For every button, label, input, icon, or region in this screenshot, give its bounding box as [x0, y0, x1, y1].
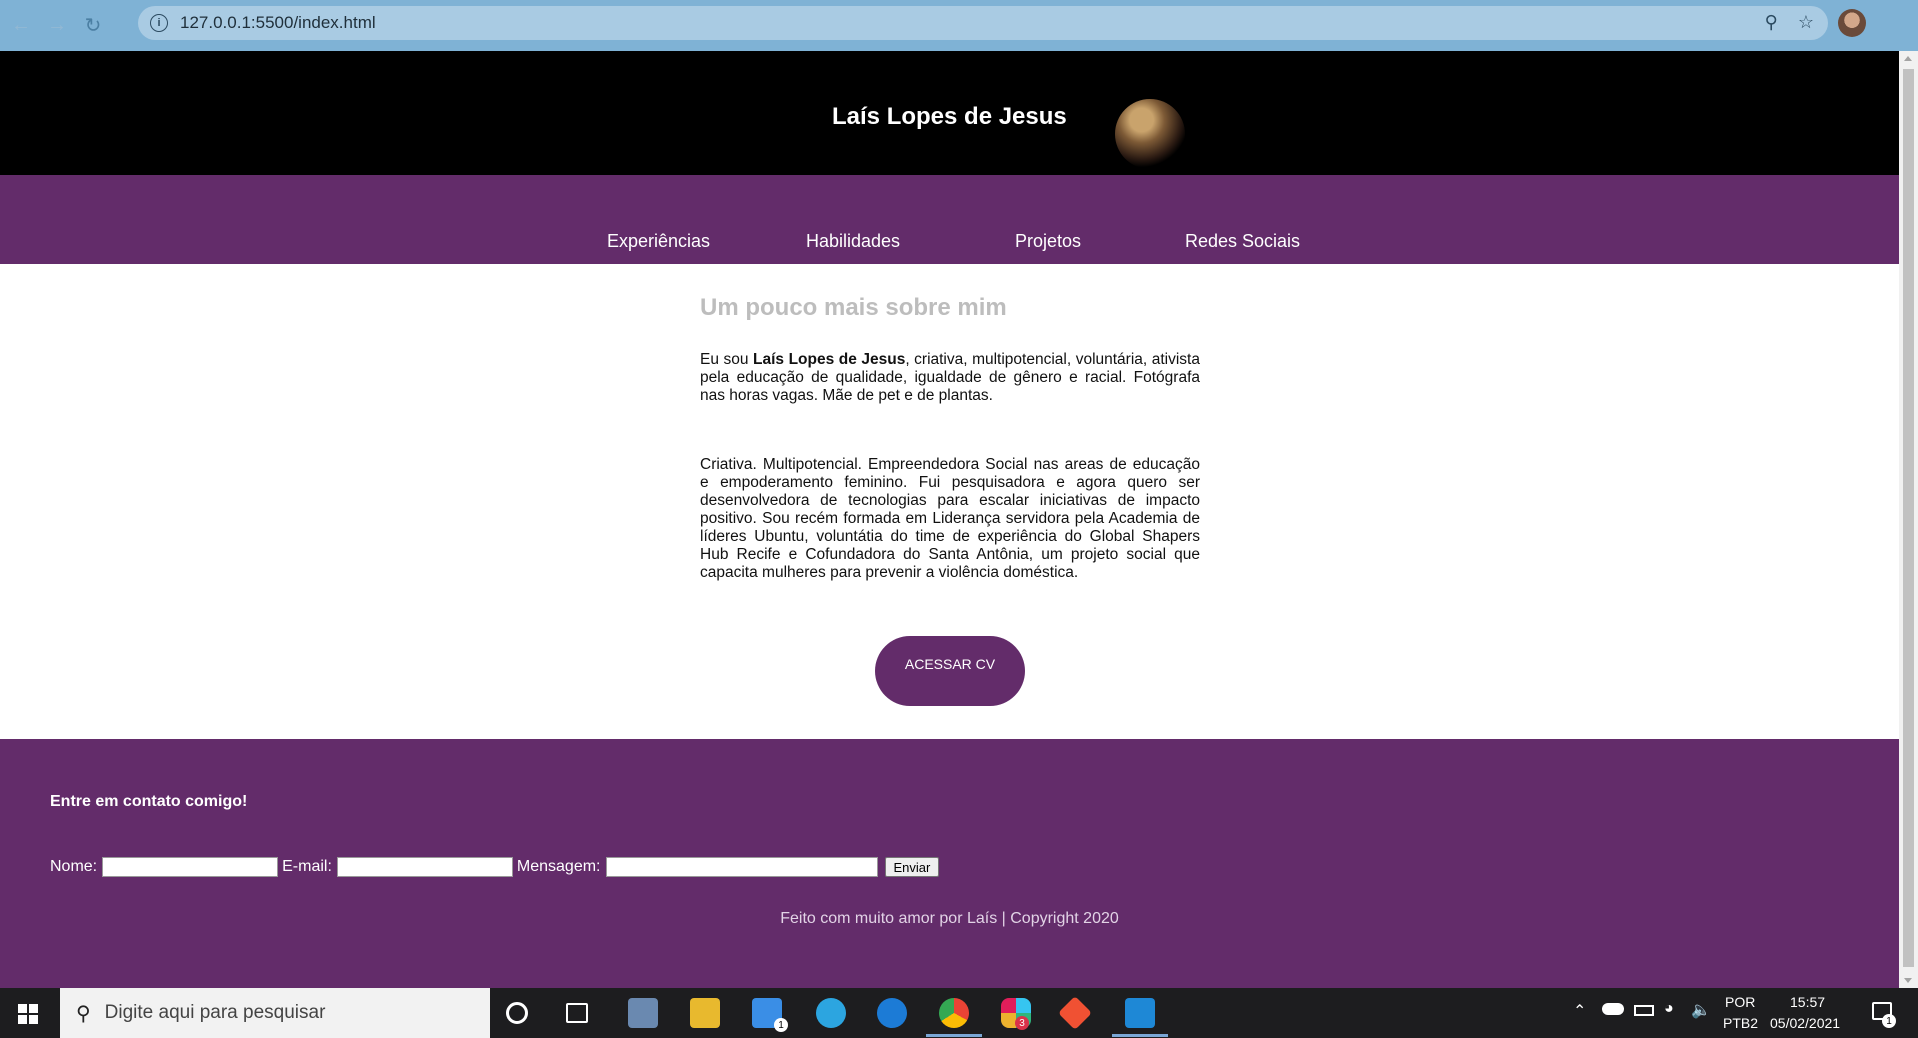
chrome-icon[interactable]	[939, 998, 969, 1028]
onedrive-icon[interactable]	[1602, 1003, 1624, 1015]
bookmark-star-icon[interactable]: ☆	[1798, 12, 1814, 33]
scroll-thumb[interactable]	[1903, 69, 1914, 967]
url-text[interactable]: 127.0.0.1:5500/index.html	[180, 13, 376, 33]
email-input[interactable]	[336, 857, 513, 877]
battery-icon[interactable]	[1634, 1005, 1654, 1016]
contact-footer: Entre em contato comigo! Nome: E-mail: M…	[0, 739, 1899, 988]
contact-title: Entre em contato comigo!	[50, 793, 248, 810]
about-section: Um pouco mais sobre mim Eu sou Laís Lope…	[0, 264, 1899, 739]
about-paragraph-1: Eu sou Laís Lopes de Jesus, criativa, mu…	[700, 351, 1200, 405]
nav-link-habilidades[interactable]: Habilidades	[806, 231, 900, 252]
email-label: E-mail:	[282, 858, 332, 875]
message-label: Mensagem:	[516, 858, 601, 875]
address-bar[interactable]: i 127.0.0.1:5500/index.html ⚲ ☆	[138, 6, 1828, 40]
scroll-up-icon[interactable]	[1904, 56, 1912, 61]
notifications-badge: 1	[1882, 1014, 1896, 1028]
access-cv-button[interactable]: ACESSAR CV	[875, 636, 1025, 706]
vscode-icon[interactable]	[1125, 998, 1155, 1028]
windows-taskbar: ⚲ Digite aqui para pesquisar 1 3 ⌃ ◕ 🔈 P…	[0, 988, 1918, 1038]
browser-toolbar: ← → ↻ i 127.0.0.1:5500/index.html ⚲ ☆	[0, 0, 1918, 51]
volume-icon[interactable]: 🔈	[1691, 1000, 1711, 1020]
mail-badge: 1	[774, 1018, 788, 1032]
message-input[interactable]	[605, 857, 878, 877]
language-top[interactable]: POR	[1725, 994, 1755, 1010]
slack-badge: 3	[1015, 1016, 1029, 1030]
profile-avatar[interactable]	[1838, 9, 1866, 37]
nav-link-projetos[interactable]: Projetos	[1015, 231, 1081, 252]
cortana-icon[interactable]	[506, 1002, 528, 1024]
clock-time[interactable]: 15:57	[1790, 994, 1825, 1010]
page-viewport: Laís Lopes de Jesus Experiências Habilid…	[0, 51, 1899, 988]
name-label: Nome:	[50, 858, 98, 875]
calculator-icon[interactable]	[628, 998, 658, 1028]
about-title: Um pouco mais sobre mim	[700, 294, 1007, 321]
clock-date[interactable]: 05/02/2021	[1770, 1015, 1840, 1031]
send-button[interactable]: Enviar	[884, 857, 940, 877]
about-p1-name: Laís Lopes de Jesus	[753, 351, 906, 368]
reload-icon[interactable]: ↻	[78, 11, 108, 41]
search-icon: ⚲	[76, 1002, 91, 1025]
scroll-down-icon[interactable]	[1904, 978, 1912, 983]
edge-icon[interactable]	[877, 998, 907, 1028]
file-explorer-icon[interactable]	[690, 998, 720, 1028]
nav-link-experiencias[interactable]: Experiências	[607, 231, 710, 252]
copyright-text: Feito com muito amor por Laís | Copyrigh…	[780, 910, 1119, 927]
task-view-icon[interactable]	[566, 1003, 588, 1023]
about-p1-prefix: Eu sou	[700, 351, 754, 368]
name-input[interactable]	[102, 857, 279, 877]
site-info-icon[interactable]: i	[150, 14, 168, 32]
back-icon[interactable]: ←	[6, 11, 36, 41]
git-icon[interactable]	[1058, 996, 1092, 1030]
contact-form: Nome: E-mail: Mensagem: Enviar	[50, 857, 940, 877]
moon-image	[1115, 99, 1185, 169]
page-header: Laís Lopes de Jesus	[0, 51, 1899, 175]
chrome-active-indicator	[926, 1034, 982, 1037]
nav-link-redes-sociais[interactable]: Redes Sociais	[1185, 231, 1300, 252]
main-navbar: Experiências Habilidades Projetos Redes …	[0, 175, 1899, 264]
windows-start-icon[interactable]	[18, 1004, 38, 1024]
zoom-icon[interactable]: ⚲	[1765, 12, 1778, 33]
vertical-scrollbar[interactable]	[1899, 51, 1918, 988]
show-hidden-icons-icon[interactable]: ⌃	[1573, 1001, 1586, 1021]
taskbar-search[interactable]: ⚲ Digite aqui para pesquisar	[60, 988, 490, 1038]
about-paragraph-2: Criativa. Multipotencial. Empreendedora …	[700, 456, 1200, 581]
forward-icon[interactable]: →	[42, 11, 72, 41]
wifi-icon[interactable]: ◕	[1664, 1000, 1674, 1018]
language-bottom[interactable]: PTB2	[1723, 1015, 1758, 1031]
taskbar-search-placeholder[interactable]: Digite aqui para pesquisar	[105, 1002, 326, 1024]
vscode-active-indicator	[1112, 1034, 1168, 1037]
telegram-icon[interactable]	[816, 998, 846, 1028]
header-title: Laís Lopes de Jesus	[832, 103, 1067, 130]
